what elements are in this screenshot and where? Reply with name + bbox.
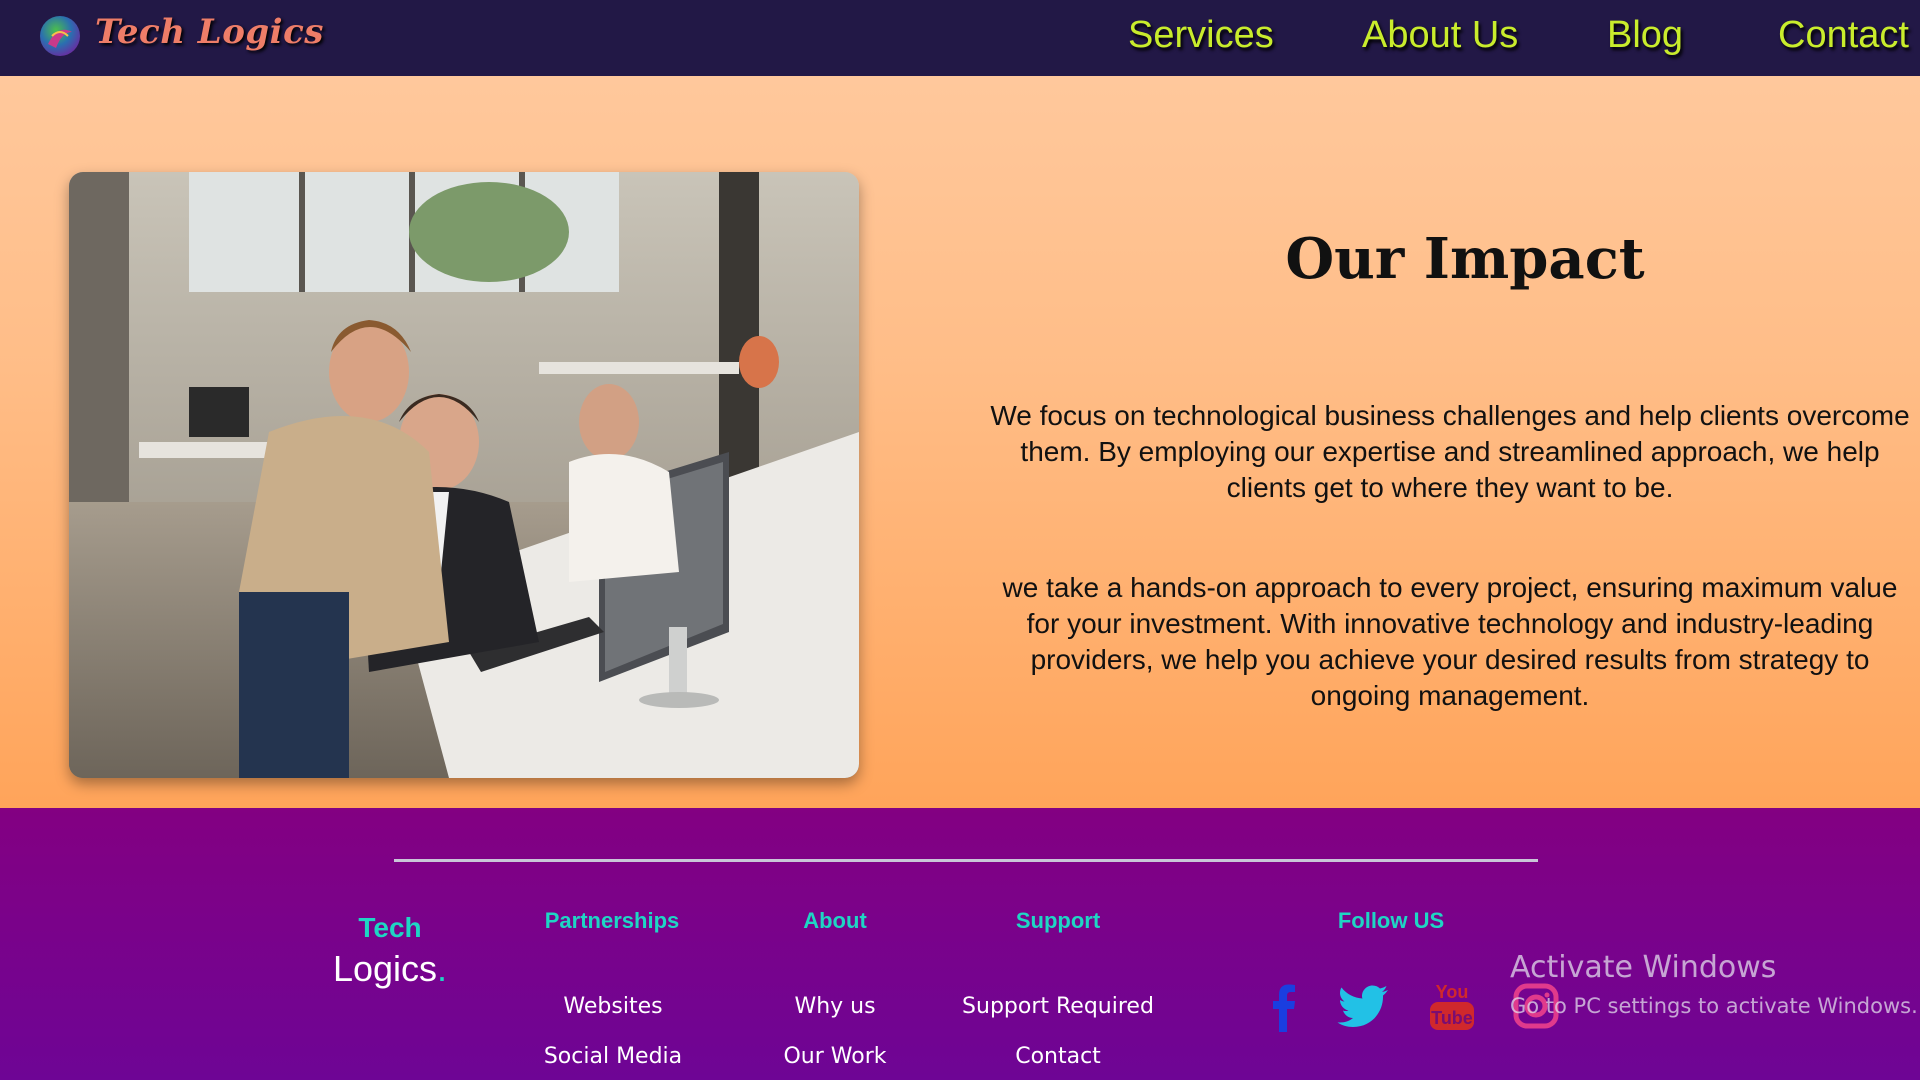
footer-heading-follow-us: Follow US xyxy=(1337,908,1445,933)
footer-link-social-media[interactable]: Social Media xyxy=(493,1044,733,1069)
footer-link-support-required[interactable]: Support Required xyxy=(938,994,1178,1019)
footer-brand-top: Tech xyxy=(358,912,422,943)
logo-globe-icon[interactable] xyxy=(38,14,82,58)
impact-paragraph-1: We focus on technological business chall… xyxy=(990,400,1910,503)
footer-brand-dot: . xyxy=(437,948,448,989)
activate-windows-title: Activate Windows xyxy=(1510,950,1777,985)
activate-windows-subtitle: Go to PC settings to activate Windows. xyxy=(1510,994,1918,1018)
nav-about-us-link[interactable]: About Us xyxy=(1362,14,1518,57)
impact-paragraph-2: we take a hands-on approach to every pro… xyxy=(1002,572,1898,711)
nav-blog-link[interactable]: Blog xyxy=(1607,14,1683,57)
nav-services-link[interactable]: Services xyxy=(1128,14,1274,57)
footer-heading-partnerships: Partnerships xyxy=(544,908,680,933)
top-navbar: Tech Logics Services About Us Blog Conta… xyxy=(0,0,1920,76)
twitter-icon[interactable] xyxy=(1336,978,1392,1034)
footer-heading-support: Support xyxy=(1015,908,1101,933)
footer-link-contact[interactable]: Contact xyxy=(938,1044,1178,1069)
facebook-icon[interactable] xyxy=(1256,978,1312,1034)
impact-heading: Our Impact xyxy=(1285,226,1645,292)
svg-text:Tube: Tube xyxy=(1431,1008,1473,1028)
office-photo-illustration xyxy=(69,172,859,778)
nav-contact-link[interactable]: Contact xyxy=(1778,14,1909,57)
footer-link-why-us[interactable]: Why us xyxy=(715,994,955,1019)
footer-heading-about: About xyxy=(803,908,867,933)
youtube-icon[interactable]: You Tube xyxy=(1424,978,1480,1034)
office-team-photo xyxy=(69,172,859,778)
svg-text:You: You xyxy=(1436,982,1469,1002)
impact-section: Our Impact We focus on technological bus… xyxy=(0,76,1920,808)
footer-link-our-work[interactable]: Our Work xyxy=(715,1044,955,1069)
footer-brand-word: Logics xyxy=(332,948,438,989)
brand-name[interactable]: Tech Logics xyxy=(95,12,324,52)
footer-link-websites[interactable]: Websites xyxy=(493,994,733,1019)
site-footer: Tech Logics. Partnerships Websites Socia… xyxy=(0,808,1920,1080)
footer-brand-bottom: Logics. xyxy=(322,948,458,990)
footer-divider xyxy=(394,859,1538,862)
